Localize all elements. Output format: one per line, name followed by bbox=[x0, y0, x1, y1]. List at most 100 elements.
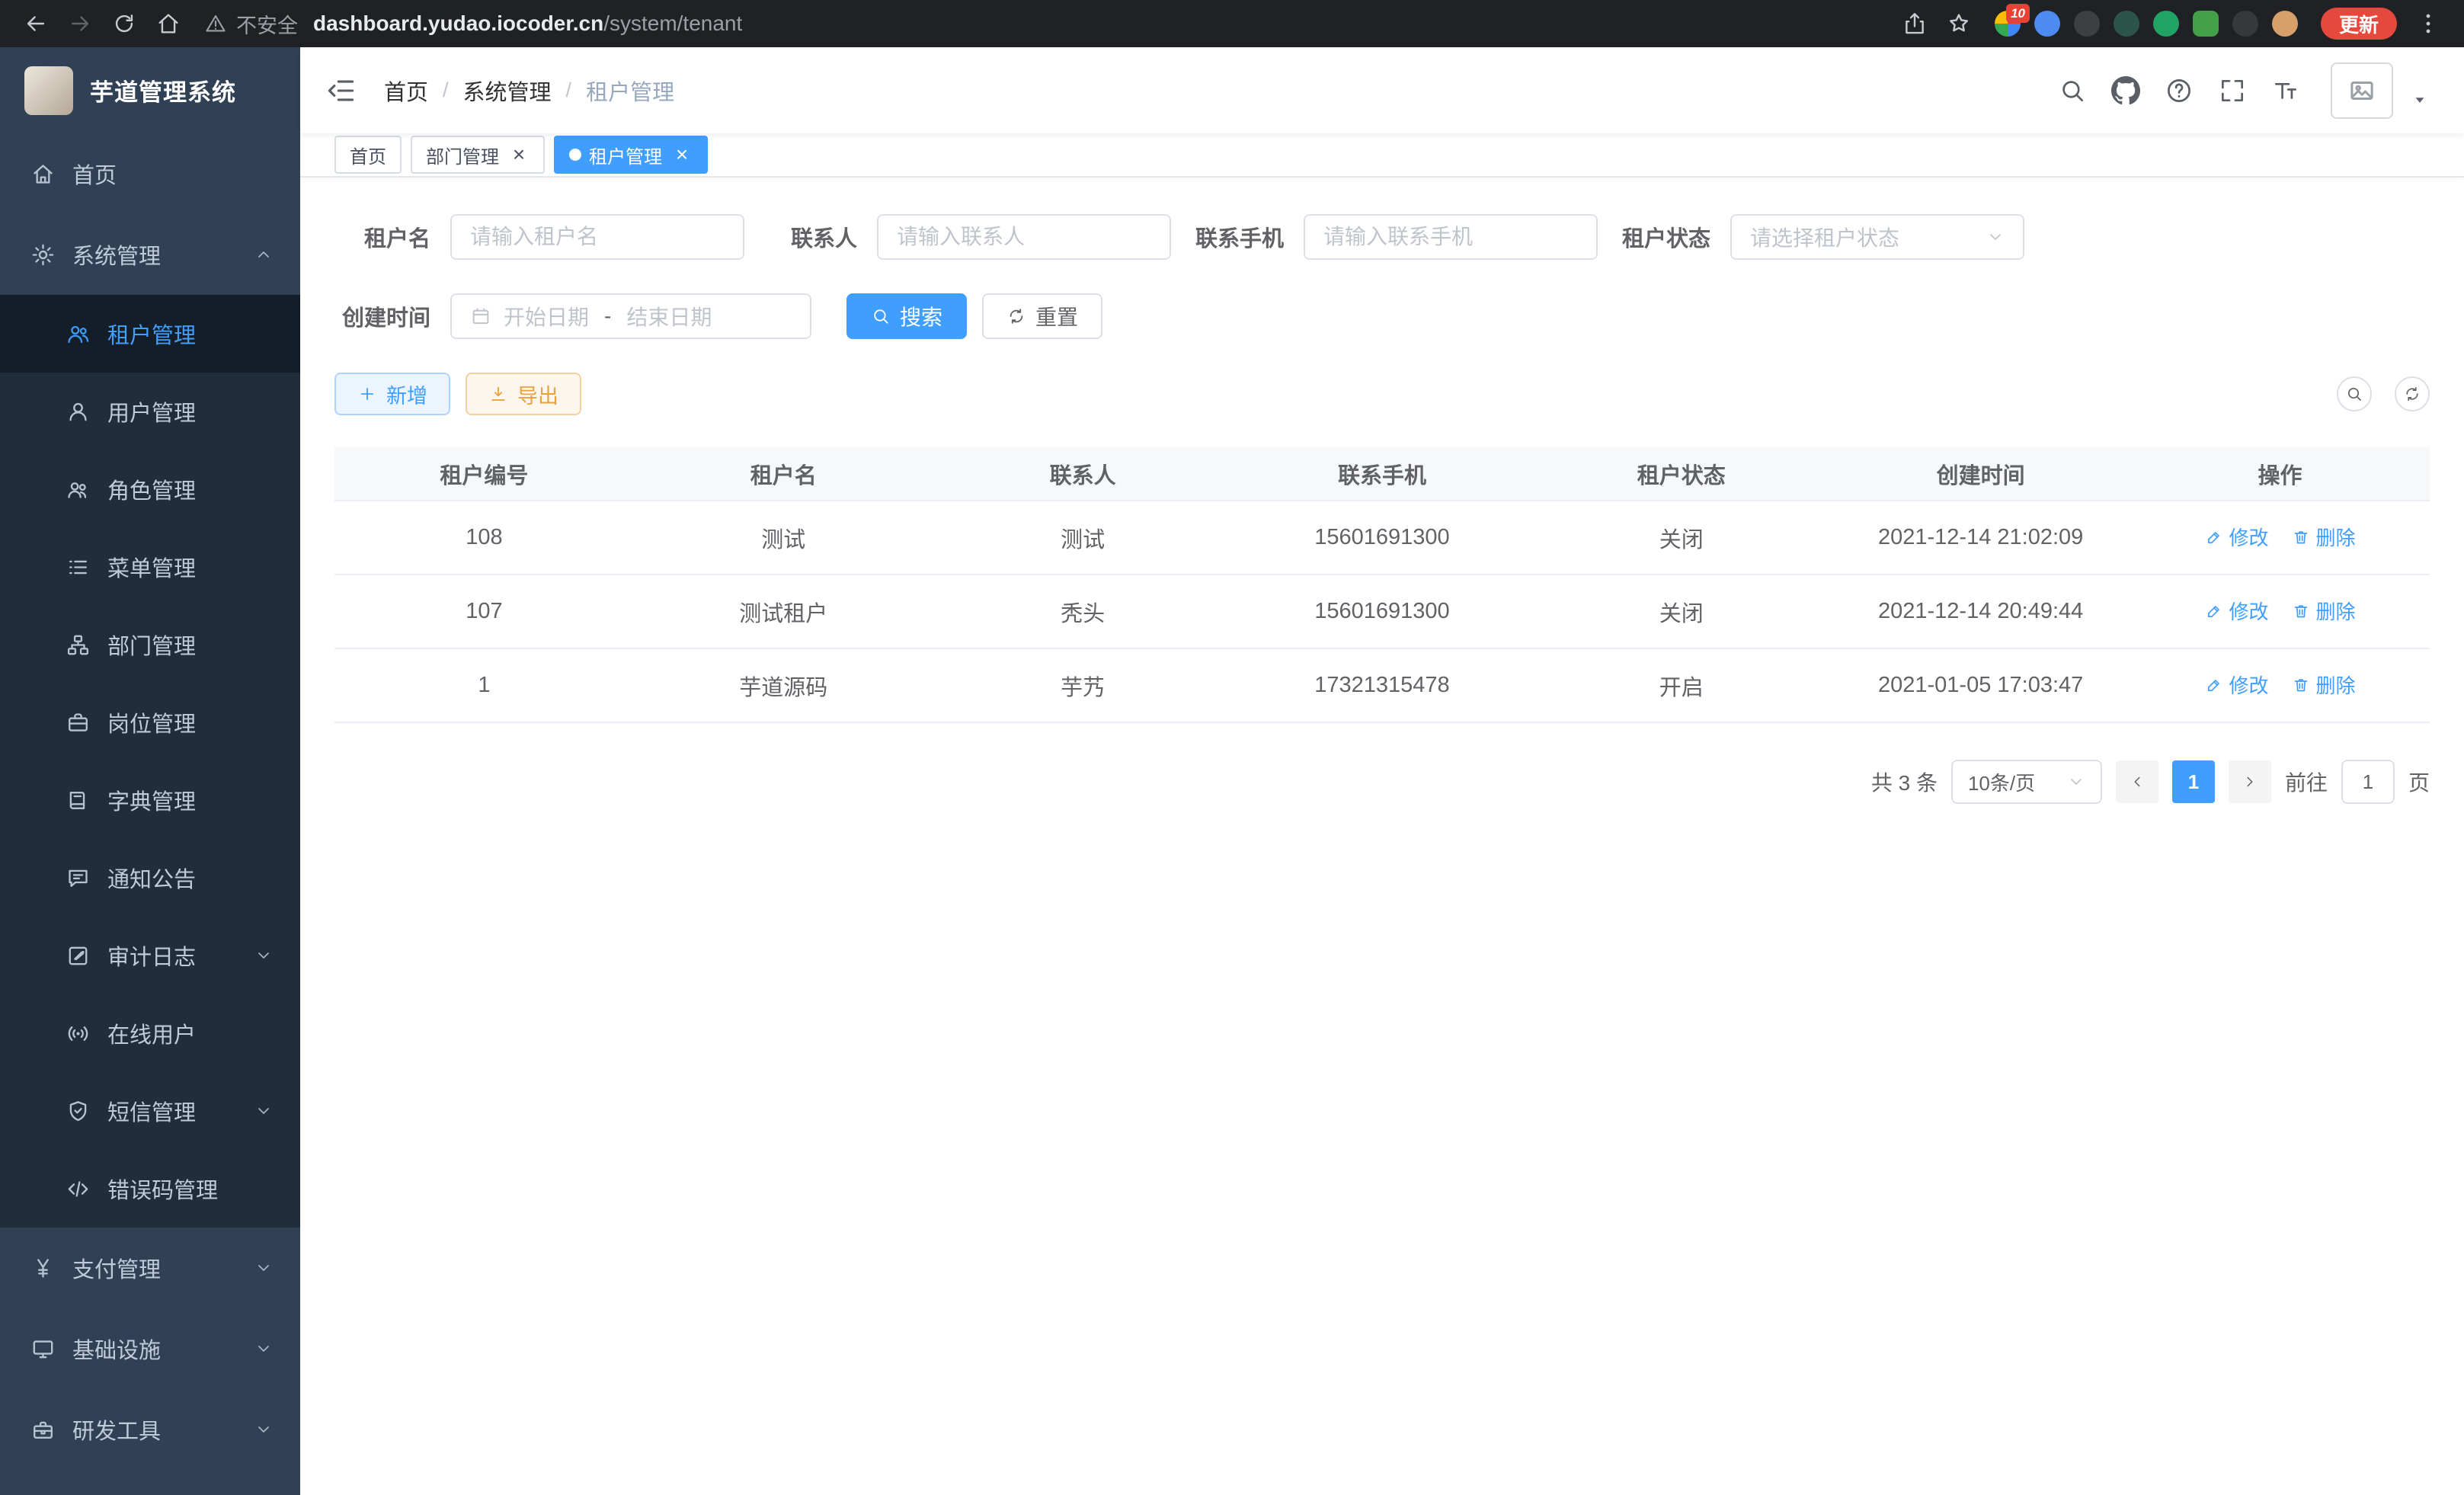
avatar[interactable] bbox=[2331, 62, 2393, 119]
cell-contact: 秃头 bbox=[933, 575, 1233, 648]
delete-link[interactable]: 删除 bbox=[2292, 523, 2356, 551]
bookmark-star-icon[interactable] bbox=[1938, 3, 1979, 44]
reset-button[interactable]: 重置 bbox=[982, 293, 1102, 339]
tag-close-icon[interactable]: × bbox=[671, 144, 693, 165]
sidebar-item-post[interactable]: 岗位管理 bbox=[0, 683, 300, 761]
cell-name: 测试租户 bbox=[634, 575, 933, 648]
mobile-input[interactable] bbox=[1304, 214, 1598, 260]
fullscreen-icon[interactable] bbox=[2218, 76, 2247, 105]
sidebar-item-dev-tool[interactable]: 研发工具 bbox=[0, 1389, 300, 1470]
column-header: 创建时间 bbox=[1831, 447, 2130, 501]
table-row: 1芋道源码芋艿17321315478开启2021-01-05 17:03:47修… bbox=[334, 648, 2430, 722]
sidebar-item-dict[interactable]: 字典管理 bbox=[0, 761, 300, 839]
navbar-right bbox=[2058, 62, 2430, 119]
monitor-icon bbox=[30, 1337, 56, 1362]
sidebar-item-role[interactable]: 角色管理 bbox=[0, 450, 300, 528]
search-icon[interactable] bbox=[2058, 76, 2087, 105]
page-number-button[interactable]: 1 bbox=[2172, 760, 2215, 803]
search-button[interactable]: 搜索 bbox=[846, 293, 967, 339]
chevron-down-icon bbox=[1986, 228, 2005, 246]
app-title: 芋道管理系统 bbox=[90, 73, 236, 107]
sidebar-item-label: 支付管理 bbox=[72, 1252, 161, 1284]
sidebar-item-system[interactable]: 系统管理 bbox=[0, 214, 300, 295]
kebab-menu-icon[interactable] bbox=[2408, 3, 2449, 44]
tag-item[interactable]: 部门管理× bbox=[411, 136, 545, 174]
sidebar-item-infra[interactable]: 基础设施 bbox=[0, 1308, 300, 1389]
extension-icon[interactable]: 10 bbox=[1995, 11, 2021, 37]
extension-icon[interactable] bbox=[2034, 11, 2060, 37]
tag-close-icon[interactable]: × bbox=[508, 144, 530, 165]
cell-created: 2021-12-14 20:49:44 bbox=[1831, 575, 2130, 648]
breadcrumb-item[interactable]: 系统管理 bbox=[463, 75, 552, 107]
column-header: 操作 bbox=[2130, 447, 2430, 501]
cell-name: 测试 bbox=[634, 501, 933, 575]
reload-icon[interactable] bbox=[104, 3, 145, 44]
sidebar-item-error-code[interactable]: 错误码管理 bbox=[0, 1150, 300, 1228]
filter-mobile: 联系手机 bbox=[1188, 214, 1598, 260]
prev-page-button[interactable] bbox=[2116, 760, 2158, 803]
edit-link[interactable]: 修改 bbox=[2205, 523, 2269, 551]
refresh-table-button[interactable] bbox=[2395, 376, 2430, 411]
main-area: 首页/系统管理/租户管理 首页部门管理×租户管理× 租户名 联系人 bbox=[300, 47, 2464, 1495]
update-button[interactable]: 更新 bbox=[2321, 8, 2397, 40]
tag-active[interactable]: 租户管理× bbox=[554, 136, 708, 174]
tag-label: 首页 bbox=[350, 142, 386, 168]
sidebar-item-user[interactable]: 用户管理 bbox=[0, 373, 300, 450]
profile-avatar-icon[interactable] bbox=[2272, 11, 2298, 37]
forward-icon[interactable] bbox=[59, 3, 101, 44]
sidebar-toggle-icon[interactable] bbox=[325, 74, 358, 107]
download-icon bbox=[488, 384, 508, 404]
extension-icon[interactable] bbox=[2193, 11, 2219, 37]
github-icon[interactable] bbox=[2111, 76, 2140, 105]
sidebar-item-notice[interactable]: 通知公告 bbox=[0, 839, 300, 917]
extension-icon[interactable] bbox=[2114, 11, 2139, 37]
extension-icon[interactable] bbox=[2153, 11, 2179, 37]
tag-item[interactable]: 首页 bbox=[334, 136, 402, 174]
status-select[interactable]: 请选择租户状态 bbox=[1730, 214, 2024, 260]
toggle-search-button[interactable] bbox=[2337, 376, 2372, 411]
edit-link[interactable]: 修改 bbox=[2205, 671, 2269, 699]
breadcrumb-item[interactable]: 首页 bbox=[384, 75, 428, 107]
page-size-select[interactable]: 10条/页 bbox=[1951, 760, 2102, 804]
help-icon[interactable] bbox=[2165, 76, 2194, 105]
cell-actions: 修改删除 bbox=[2130, 648, 2430, 722]
address-bar[interactable]: 不安全 dashboard.yudao.iocoder.cn/system/te… bbox=[192, 9, 1891, 39]
sidebar-item-sms[interactable]: 短信管理 bbox=[0, 1072, 300, 1150]
export-button-label: 导出 bbox=[517, 379, 558, 409]
export-button[interactable]: 导出 bbox=[466, 373, 581, 415]
next-page-button[interactable] bbox=[2229, 760, 2271, 803]
extension-icon[interactable] bbox=[2074, 11, 2100, 37]
contact-input[interactable] bbox=[877, 214, 1171, 260]
sidebar-item-pay[interactable]: 支付管理 bbox=[0, 1228, 300, 1308]
extension-icon[interactable] bbox=[2232, 11, 2258, 37]
sidebar-item-label: 租户管理 bbox=[107, 318, 196, 350]
date-range-input[interactable]: 开始日期 - 结束日期 bbox=[450, 293, 811, 339]
delete-link[interactable]: 删除 bbox=[2292, 597, 2356, 625]
sidebar-item-home[interactable]: 首页 bbox=[0, 133, 300, 214]
cell-id: 1 bbox=[334, 648, 634, 722]
url-text: dashboard.yudao.iocoder.cn/system/tenant bbox=[313, 11, 742, 36]
sidebar-item-online-user[interactable]: 在线用户 bbox=[0, 994, 300, 1072]
browser-chrome: 不安全 dashboard.yudao.iocoder.cn/system/te… bbox=[0, 0, 2464, 47]
back-icon[interactable] bbox=[15, 3, 56, 44]
delete-link[interactable]: 删除 bbox=[2292, 671, 2356, 699]
reset-button-label: 重置 bbox=[1035, 301, 1078, 331]
home-icon[interactable] bbox=[148, 3, 189, 44]
logo[interactable]: 芋道管理系统 bbox=[0, 47, 300, 133]
font-size-icon[interactable] bbox=[2271, 76, 2300, 105]
chevron-right-icon bbox=[2242, 773, 2258, 790]
sidebar-item-label: 首页 bbox=[72, 158, 117, 190]
edit-link[interactable]: 修改 bbox=[2205, 597, 2269, 625]
sidebar-item-dept[interactable]: 部门管理 bbox=[0, 606, 300, 683]
goto-page-input[interactable] bbox=[2341, 760, 2395, 804]
tenant-name-input[interactable] bbox=[450, 214, 744, 260]
caret-down-icon[interactable] bbox=[2410, 90, 2430, 110]
sidebar-item-tenant[interactable]: 租户管理 bbox=[0, 295, 300, 373]
add-button[interactable]: 新增 bbox=[334, 373, 450, 415]
share-icon[interactable] bbox=[1894, 3, 1935, 44]
sidebar-item-audit-log[interactable]: 审计日志 bbox=[0, 917, 300, 994]
users-icon bbox=[66, 322, 91, 347]
sidebar-item-menu[interactable]: 菜单管理 bbox=[0, 528, 300, 606]
signal-icon bbox=[66, 1021, 91, 1046]
chevron-down-icon bbox=[254, 1340, 273, 1358]
